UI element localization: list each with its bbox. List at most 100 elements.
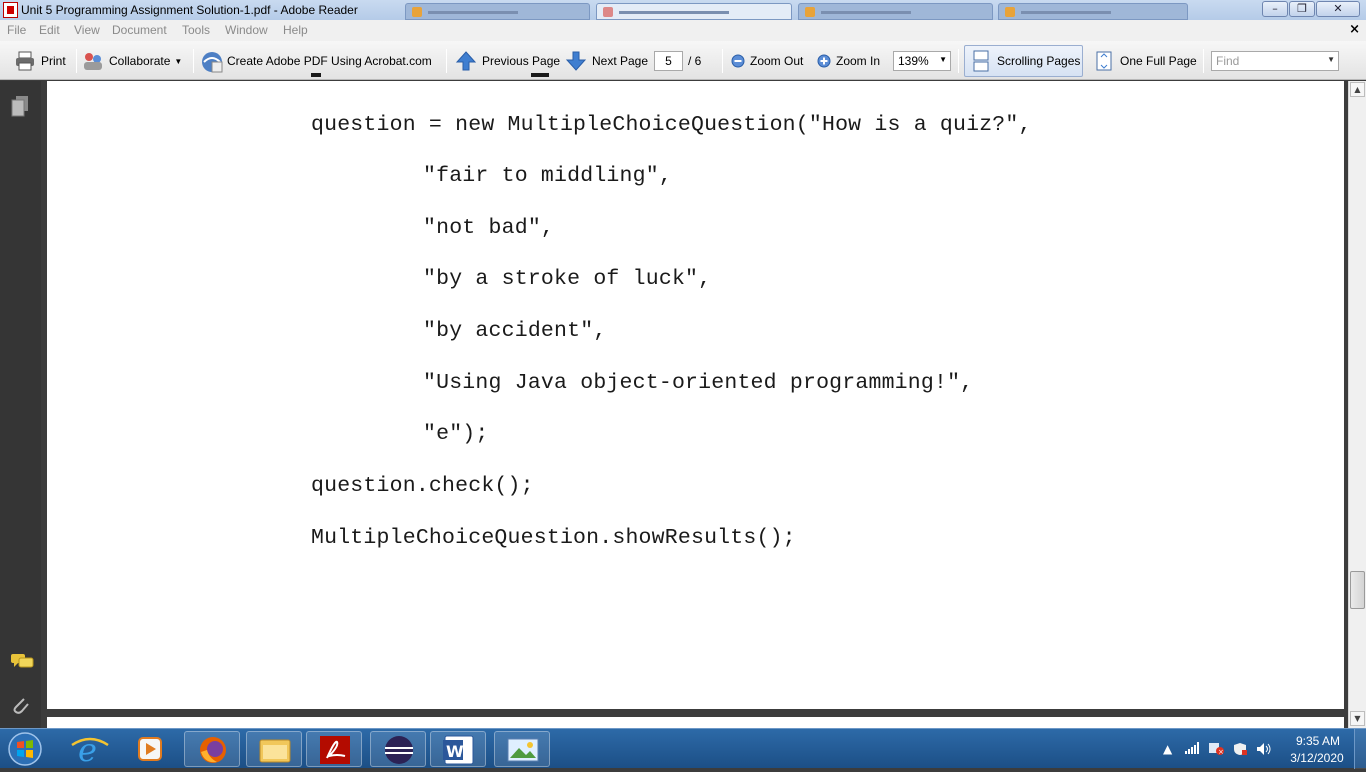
zoom-out-button[interactable]: Zoom Out — [731, 48, 803, 74]
background-tab[interactable] — [798, 3, 993, 20]
clock-date[interactable]: 3/12/2020 — [1284, 751, 1350, 765]
start-button[interactable] — [3, 730, 47, 768]
page-total: / 6 — [688, 54, 702, 68]
background-tab[interactable] — [998, 3, 1188, 20]
chevron-down-icon: ▼ — [174, 56, 183, 66]
adobe-reader-icon — [3, 2, 18, 18]
close-document-icon[interactable]: × — [1349, 22, 1360, 37]
firefox-icon[interactable] — [184, 731, 240, 767]
previous-page-label: Previous Page — [482, 54, 561, 68]
zoom-in-button[interactable]: Zoom In — [817, 48, 880, 74]
find-placeholder: Find — [1216, 54, 1240, 68]
title-bar: Unit 5 Programming Assignment Solution-1… — [0, 0, 1366, 20]
file-explorer-icon[interactable] — [246, 731, 302, 767]
chevron-down-icon: ▼ — [939, 55, 947, 64]
code-line: "not bad", — [423, 216, 555, 240]
menu-file[interactable]: File — [7, 23, 26, 37]
arrow-down-icon — [565, 50, 587, 72]
network-error-icon[interactable]: × — [1209, 742, 1225, 759]
attachments-icon[interactable] — [10, 694, 30, 714]
toolbar-separator — [446, 49, 447, 73]
code-line: "e"); — [423, 422, 489, 446]
document-area[interactable]: question = new MultipleChoiceQuestion("H… — [41, 73, 1348, 737]
collaborate-button[interactable]: Collaborate ▼ — [82, 48, 182, 74]
zoom-level-value: 139% — [898, 54, 929, 68]
create-pdf-label: Create Adobe PDF Using Acrobat.com — [227, 54, 432, 68]
print-label: Print — [41, 54, 66, 68]
taskbar: e W ▲ × 9:35 AM 3/12/2020 — [0, 728, 1366, 769]
menu-edit[interactable]: Edit — [39, 23, 60, 37]
zoom-level-select[interactable]: 139% ▼ — [893, 51, 951, 71]
toolbar: Print Collaborate ▼ Create Adobe PDF Usi… — [0, 41, 1366, 80]
menu-help[interactable]: Help — [283, 23, 308, 37]
toolbar-separator — [193, 49, 194, 73]
code-line: "Using Java object-oriented programming!… — [423, 371, 974, 395]
next-page-button[interactable]: Next Page — [565, 48, 648, 74]
svg-text:e: e — [78, 731, 97, 767]
toolbar-separator — [76, 49, 77, 73]
zoom-in-icon — [817, 54, 831, 68]
maximize-button[interactable]: ❐ — [1289, 1, 1315, 17]
adobe-reader-taskbar-icon[interactable] — [306, 731, 362, 767]
menu-view[interactable]: View — [74, 23, 100, 37]
svg-text:×: × — [1218, 748, 1224, 756]
scroll-up-button[interactable]: ▲ — [1350, 82, 1365, 97]
find-input[interactable]: Find ▼ — [1211, 51, 1339, 71]
code-line: "fair to middling", — [423, 164, 672, 188]
photo-viewer-icon[interactable] — [494, 731, 550, 767]
eclipse-icon[interactable] — [370, 731, 426, 767]
code-line: question = new MultipleChoiceQuestion("H… — [311, 113, 1032, 137]
zoom-out-icon — [731, 54, 745, 68]
code-line: "by a stroke of luck", — [423, 267, 712, 291]
menu-document[interactable]: Document — [112, 23, 167, 37]
next-page-label: Next Page — [592, 54, 649, 68]
scrolling-pages-button[interactable]: Scrolling Pages — [970, 48, 1080, 74]
cut-off-line — [311, 73, 549, 77]
volume-icon[interactable] — [1256, 742, 1272, 759]
close-window-button[interactable]: ✕ — [1316, 1, 1360, 17]
collaborate-label: Collaborate — [109, 54, 171, 68]
action-center-icon[interactable] — [1233, 742, 1247, 759]
show-desktop-button[interactable] — [1354, 729, 1366, 769]
toolbar-separator — [1203, 49, 1204, 73]
signal-icon[interactable] — [1185, 742, 1199, 757]
create-pdf-button[interactable]: Create Adobe PDF Using Acrobat.com — [200, 48, 432, 74]
chevron-down-icon: ▼ — [1327, 55, 1335, 64]
printer-icon — [14, 50, 36, 72]
scrolling-pages-icon — [970, 50, 992, 72]
pdf-page: question = new MultipleChoiceQuestion("H… — [47, 73, 1344, 709]
previous-page-button[interactable]: Previous Page — [455, 48, 560, 74]
menu-bar: File Edit View Document Tools Window Hel… — [0, 20, 1366, 41]
code-line: question.check(); — [311, 474, 534, 498]
background-tab[interactable] — [405, 3, 590, 20]
fit-page-icon — [1093, 50, 1115, 72]
svg-text:W: W — [446, 742, 464, 761]
print-button[interactable]: Print — [14, 48, 66, 74]
one-full-page-label: One Full Page — [1120, 54, 1197, 68]
zoom-out-label: Zoom Out — [750, 54, 804, 68]
vertical-scrollbar[interactable]: ▲ ▼ — [1348, 81, 1366, 728]
minimize-button[interactable]: – — [1262, 1, 1288, 17]
media-player-icon[interactable] — [122, 731, 178, 767]
menu-tools[interactable]: Tools — [182, 23, 210, 37]
collaborate-icon — [82, 50, 104, 72]
internet-explorer-icon[interactable]: e — [62, 731, 118, 769]
navigation-panel — [0, 81, 41, 728]
clock-time[interactable]: 9:35 AM — [1288, 734, 1348, 748]
zoom-in-label: Zoom In — [836, 54, 881, 68]
show-hidden-icons[interactable]: ▲ — [1163, 742, 1172, 756]
menu-window[interactable]: Window — [225, 23, 268, 37]
pages-icon[interactable] — [10, 95, 30, 117]
comments-icon[interactable] — [10, 652, 34, 672]
code-line: "by accident", — [423, 319, 607, 343]
acrobat-com-icon — [200, 50, 223, 73]
word-icon[interactable]: W — [430, 731, 486, 767]
one-full-page-button[interactable]: One Full Page — [1093, 48, 1197, 74]
toolbar-separator — [958, 49, 959, 73]
page-number-input[interactable]: 5 — [654, 51, 683, 71]
scrollbar-thumb[interactable] — [1350, 571, 1365, 609]
scroll-down-button[interactable]: ▼ — [1350, 711, 1365, 726]
background-tab[interactable] — [596, 3, 792, 20]
scrolling-pages-label: Scrolling Pages — [997, 54, 1081, 68]
toolbar-separator — [722, 49, 723, 73]
